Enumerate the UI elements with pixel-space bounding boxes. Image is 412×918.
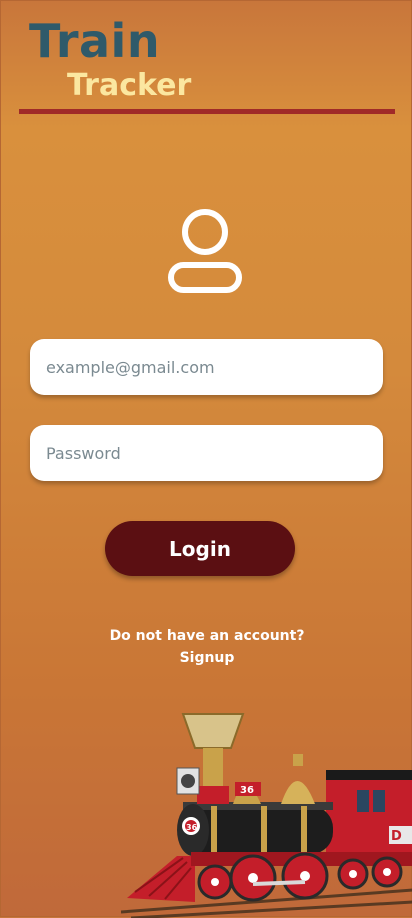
app-logo: Train Tracker (29, 15, 249, 105)
svg-text:D: D (391, 829, 402, 844)
no-account-text: Do not have an account? (109, 628, 305, 644)
password-input[interactable] (30, 425, 383, 481)
email-field[interactable] (30, 339, 383, 395)
locomotive-number-text: 36 (240, 785, 254, 796)
logo-tracker-text: Tracker (67, 68, 192, 103)
header-divider (19, 109, 395, 114)
signup-link[interactable]: Signup (1, 649, 412, 667)
login-button[interactable]: Login (105, 521, 295, 576)
email-input[interactable] (30, 339, 383, 395)
svg-text:36: 36 (186, 823, 198, 832)
steam-locomotive-illustration: D 36 36 (121, 713, 412, 918)
logo-train-text: Train (29, 14, 161, 68)
user-icon (168, 209, 242, 293)
login-screen: Train Tracker Login Do not have an accou… (0, 0, 412, 918)
password-field[interactable] (30, 425, 383, 481)
